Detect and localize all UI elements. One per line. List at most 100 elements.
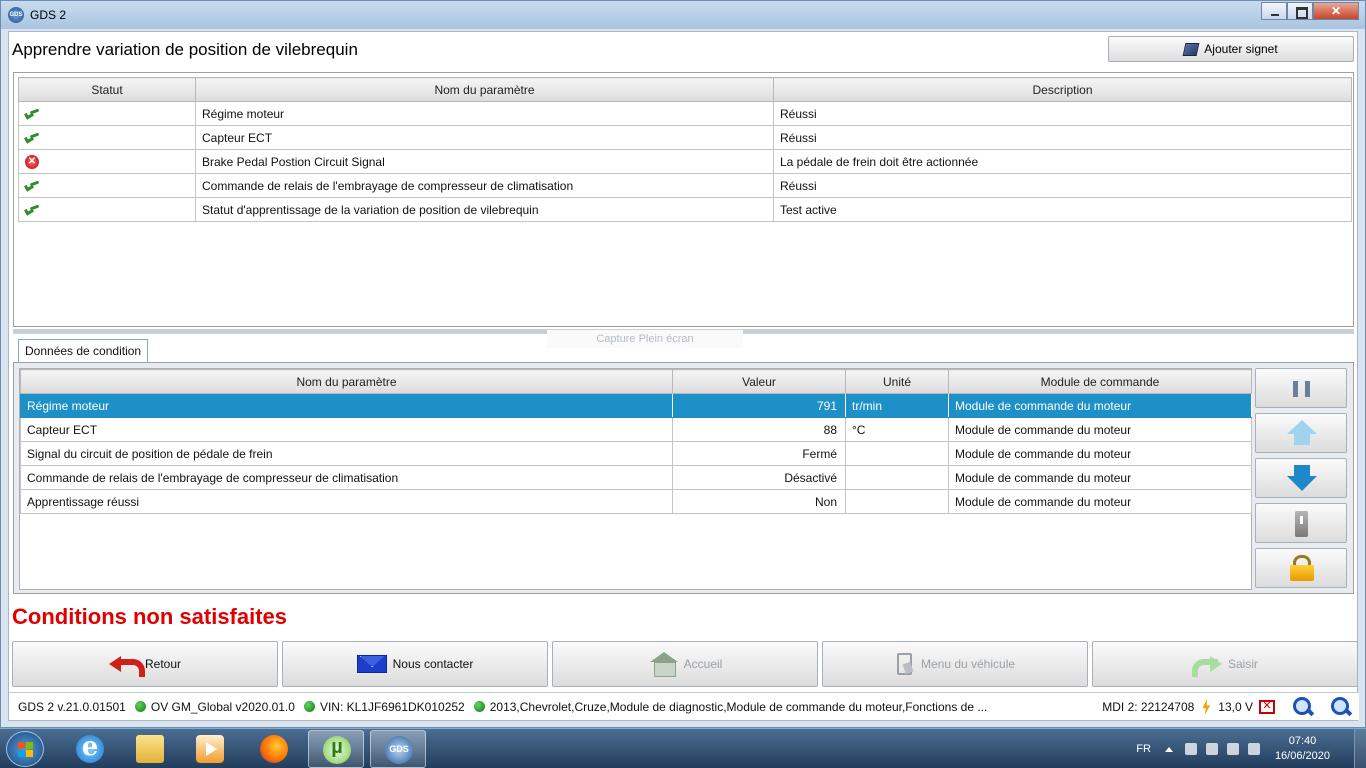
table-row[interactable]: ✕ Brake Pedal Postion Circuit Signal La …	[18, 149, 1352, 174]
condition-data-table: Nom du paramètre Valeur Unité Module de …	[20, 369, 1252, 514]
system-tray: FR 07:40 16/06/2020	[1136, 729, 1366, 768]
client-area: Apprendre variation de position de vileb…	[8, 31, 1359, 721]
table-row[interactable]: Capteur ECT Réussi	[18, 125, 1352, 150]
zoom-out-icon[interactable]	[1293, 697, 1313, 717]
column-header-parameter[interactable]: Nom du paramètre	[20, 369, 673, 394]
gds-app-icon: GDS	[8, 7, 24, 23]
table-row[interactable]: Régime moteur Réussi	[18, 101, 1352, 126]
parameter-cell: Commande de relais de l'embrayage de com…	[195, 173, 774, 198]
description-cell: Réussi	[773, 125, 1352, 150]
clock-time: 07:40	[1288, 735, 1317, 747]
contact-label: Nous contacter	[392, 657, 474, 671]
vehicle-menu-icon	[895, 653, 915, 675]
parameter-cell: Capteur ECT	[20, 417, 673, 442]
battery-icon[interactable]	[1205, 743, 1218, 755]
add-bookmark-label: Ajouter signet	[1204, 42, 1278, 56]
status-cell	[18, 173, 196, 198]
description-cell: Test active	[773, 197, 1352, 222]
arrow-up-button[interactable]	[1255, 413, 1347, 453]
table-row[interactable]: Commande de relais de l'embrayage de com…	[20, 465, 1252, 490]
parameter-cell: Capteur ECT	[195, 125, 774, 150]
fail-icon: ✕	[25, 154, 39, 169]
tab-condition-data[interactable]: Données de condition	[18, 339, 149, 363]
pause-button[interactable]	[1255, 368, 1347, 408]
utorrent-icon	[323, 736, 351, 764]
switch-button[interactable]	[1255, 503, 1347, 543]
action-center-flag-icon[interactable]	[1184, 743, 1197, 755]
table-row[interactable]: Statut d'apprentissage de la variation d…	[18, 197, 1352, 222]
media-player-taskbar-icon[interactable]	[182, 730, 238, 768]
table-row[interactable]: Signal du circuit de position de pédale …	[20, 441, 1252, 466]
show-desktop-button[interactable]	[1354, 729, 1366, 768]
contact-button[interactable]: Nous contacter	[282, 641, 548, 687]
vehicle-text: 2013,Chevrolet,Cruze,Module de diagnosti…	[489, 699, 988, 714]
start-button[interactable]	[6, 731, 44, 767]
close-button[interactable]	[1313, 2, 1359, 20]
firefox-taskbar-icon[interactable]	[246, 730, 302, 768]
unit-cell: °C	[845, 417, 949, 442]
value-cell: Non	[672, 489, 846, 514]
window-title: GDS 2	[30, 8, 67, 22]
unit-cell	[845, 489, 949, 514]
lightning-icon	[1200, 699, 1212, 715]
parameter-cell: Régime moteur	[20, 393, 673, 418]
column-header-unit[interactable]: Unité	[845, 369, 949, 394]
file-explorer-taskbar-icon[interactable]	[122, 730, 178, 768]
language-indicator[interactable]: FR	[1136, 743, 1151, 755]
arrow-down-button[interactable]	[1255, 458, 1347, 498]
volume-icon[interactable]	[1247, 743, 1260, 755]
minimize-button[interactable]	[1261, 2, 1287, 20]
parameter-cell: Signal du circuit de position de pédale …	[20, 441, 673, 466]
table-row[interactable]: Apprentissage réussi Non Module de comma…	[20, 489, 1252, 514]
tray-expand-icon[interactable]	[1164, 746, 1173, 752]
voltage-text: 13,0 V	[1218, 700, 1253, 714]
zoom-in-icon[interactable]	[1331, 697, 1351, 717]
table-row[interactable]: Capteur ECT 88 °C Module de commande du …	[20, 417, 1252, 442]
vin-text: VIN: KL1JF6961DK010252	[319, 699, 465, 714]
table-row[interactable]: Commande de relais de l'embrayage de com…	[18, 173, 1352, 198]
unit-cell	[845, 465, 949, 490]
back-arrow-icon	[108, 655, 145, 677]
disconnected-monitor-icon[interactable]	[1259, 699, 1275, 714]
parameter-cell: Commande de relais de l'embrayage de com…	[20, 465, 673, 490]
parameter-cell: Apprentissage réussi	[20, 489, 673, 514]
bottom-navigation: Retour Nous contacter Accueil Menu du vé…	[12, 641, 1358, 689]
enter-button[interactable]: Saisir	[1092, 641, 1358, 687]
module-cell: Module de commande du moteur	[948, 417, 1252, 442]
vehicle-menu-label: Menu du véhicule	[920, 657, 1016, 671]
lock-button[interactable]	[1255, 548, 1347, 588]
unit-cell: tr/min	[845, 393, 949, 418]
parameter-cell: Régime moteur	[195, 101, 774, 126]
capture-fullscreen-label[interactable]: Capture Plein écran	[547, 330, 743, 348]
column-header-value[interactable]: Valeur	[672, 369, 846, 394]
check-icon	[25, 206, 39, 214]
network-signal-icon[interactable]	[1226, 743, 1239, 755]
windows-taskbar: FR 07:40 16/06/2020	[0, 728, 1366, 768]
ov-status: OV GM_Global v2020.01.0	[134, 700, 295, 714]
clock[interactable]: 07:40 16/06/2020	[1275, 734, 1330, 764]
mdi-text: MDI 2: 22124708	[1102, 700, 1195, 714]
vehicle-menu-button[interactable]: Menu du véhicule	[822, 641, 1088, 687]
gds-taskbar-icon[interactable]	[370, 730, 426, 768]
module-cell: Module de commande du moteur	[948, 489, 1252, 514]
clock-date: 16/06/2020	[1274, 750, 1330, 762]
app-window: GDS GDS 2 Apprendre variation de positio…	[0, 0, 1366, 728]
parameter-cell: Statut d'apprentissage de la variation d…	[195, 197, 774, 222]
window-controls	[1261, 2, 1359, 20]
table-row[interactable]: Régime moteur 791 tr/min Module de comma…	[20, 393, 1252, 418]
home-label: Accueil	[683, 657, 723, 671]
check-icon	[25, 110, 39, 118]
internet-explorer-taskbar-icon[interactable]	[62, 730, 118, 768]
forward-arrow-icon	[1191, 655, 1222, 677]
maximize-button[interactable]	[1287, 2, 1313, 20]
utorrent-taskbar-icon[interactable]	[308, 730, 364, 768]
column-header-module[interactable]: Module de commande	[948, 369, 1252, 394]
column-header-parameter[interactable]: Nom du paramètre	[195, 77, 774, 102]
home-button[interactable]: Accueil	[552, 641, 818, 687]
add-bookmark-button[interactable]: Ajouter signet	[1108, 36, 1354, 62]
column-header-description[interactable]: Description	[773, 77, 1352, 102]
module-cell: Module de commande du moteur	[948, 441, 1252, 466]
back-button[interactable]: Retour	[12, 641, 278, 687]
side-controls	[1255, 368, 1347, 593]
column-header-status[interactable]: Statut	[18, 77, 196, 102]
